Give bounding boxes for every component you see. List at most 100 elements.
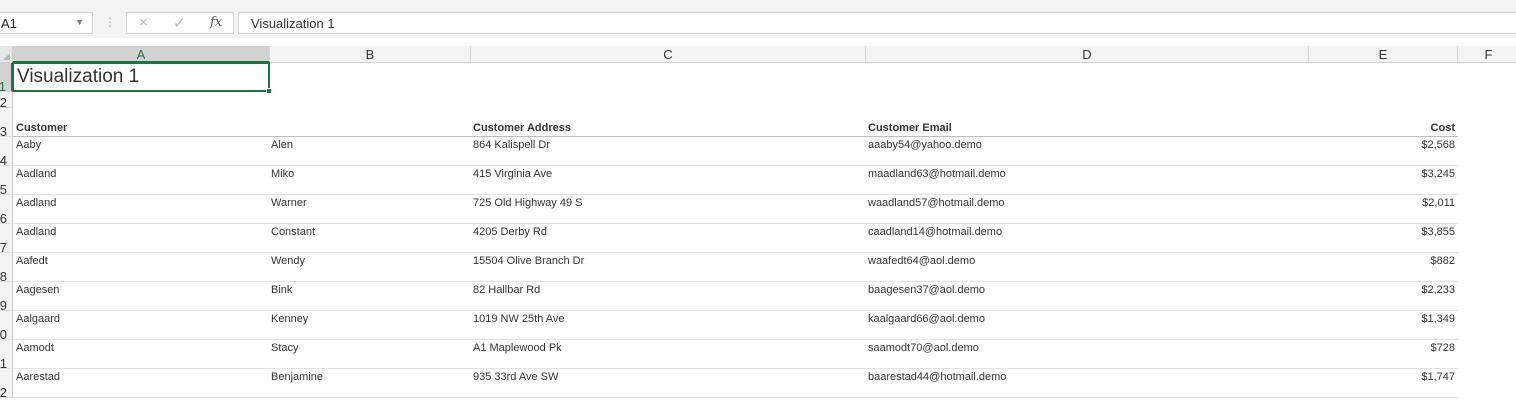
row-number: 10 xyxy=(0,327,7,340)
row-divider xyxy=(13,281,1458,282)
formula-bar: A1 ▼ ⋮ × ✓ fx Visualization 1 xyxy=(0,10,1516,38)
column-header-c[interactable]: C xyxy=(471,46,866,62)
enter-icon[interactable]: ✓ xyxy=(173,14,186,32)
cell-email[interactable]: baarestad44@hotmail.demo xyxy=(868,371,1006,383)
row-number: 7 xyxy=(0,240,7,253)
cell-first-name[interactable]: Alen xyxy=(271,139,293,151)
cell-first-name[interactable]: Warner xyxy=(271,197,307,209)
fill-handle[interactable] xyxy=(266,88,272,94)
row-header-3[interactable]: 3 xyxy=(0,108,13,137)
formula-buttons: × ✓ fx xyxy=(126,12,234,34)
cell-address[interactable]: 864 Kalispell Dr xyxy=(473,139,550,151)
name-box-value: A1 xyxy=(1,16,17,31)
cell-cost[interactable]: $2,568 xyxy=(1365,139,1455,151)
cell-last-name[interactable]: Aadland xyxy=(16,168,56,180)
cell-address[interactable]: 4205 Derby Rd xyxy=(473,226,547,238)
row-header-5[interactable]: 5 xyxy=(0,166,13,195)
header-cost[interactable]: Cost xyxy=(1365,122,1455,134)
cell-address[interactable]: 935 33rd Ave SW xyxy=(473,371,558,383)
cell-last-name[interactable]: Aadland xyxy=(16,226,56,238)
row-number: 3 xyxy=(0,124,7,137)
row-header-11[interactable]: 11 xyxy=(0,340,13,369)
column-header-row: A B C D E F xyxy=(0,46,1516,63)
cell-email[interactable]: aaaby54@yahoo.demo xyxy=(868,139,982,151)
cell-last-name[interactable]: Aafedt xyxy=(16,255,48,267)
cell-address[interactable]: 82 Hallbar Rd xyxy=(473,284,540,296)
row-header-6[interactable]: 6 xyxy=(0,195,13,224)
cell-first-name[interactable]: Wendy xyxy=(271,255,305,267)
cell-email[interactable]: maadland63@hotmail.demo xyxy=(868,168,1006,180)
more-options-icon[interactable]: ⋮ xyxy=(104,15,116,29)
cell-first-name[interactable]: Kenney xyxy=(271,313,308,325)
column-header-f[interactable]: F xyxy=(1458,46,1516,62)
cell-last-name[interactable]: Aamodt xyxy=(16,342,54,354)
cell-email[interactable]: caadland14@hotmail.demo xyxy=(868,226,1002,238)
cell-last-name[interactable]: Aaby xyxy=(16,139,41,151)
row-number: 12 xyxy=(0,385,7,398)
cell-address[interactable]: A1 Maplewood Pk xyxy=(473,342,562,354)
row-number: 5 xyxy=(0,182,7,195)
column-header-b[interactable]: B xyxy=(270,46,471,62)
cell-first-name[interactable]: Stacy xyxy=(271,342,299,354)
cell-cost[interactable]: $1,349 xyxy=(1365,313,1455,325)
formula-input-value: Visualization 1 xyxy=(251,16,335,31)
row-divider xyxy=(13,368,1458,369)
cancel-icon[interactable]: × xyxy=(139,14,148,31)
row-number: 4 xyxy=(0,153,7,166)
column-header-e[interactable]: E xyxy=(1309,46,1458,62)
active-cell-border xyxy=(12,62,270,92)
row-number: 2 xyxy=(0,95,7,108)
row-header-4[interactable]: 4 xyxy=(0,137,13,166)
cell-cost[interactable]: $2,011 xyxy=(1365,197,1455,209)
cell-last-name[interactable]: Aagesen xyxy=(16,284,59,296)
name-box[interactable]: A1 ▼ xyxy=(0,12,93,34)
cell-last-name[interactable]: Aalgaard xyxy=(16,313,60,325)
cell-first-name[interactable]: Bink xyxy=(271,284,292,296)
row-divider xyxy=(13,252,1458,253)
cell-first-name[interactable]: Benjamine xyxy=(271,371,323,383)
cell-last-name[interactable]: Aarestad xyxy=(16,371,60,383)
cell-address[interactable]: 725 Old Highway 49 S xyxy=(473,197,582,209)
row-number: 11 xyxy=(0,356,7,369)
row-number: 6 xyxy=(0,211,7,224)
row-divider xyxy=(13,165,1458,166)
row-number: 8 xyxy=(0,269,7,282)
formula-input[interactable]: Visualization 1 xyxy=(238,12,1516,34)
cell-email[interactable]: kaalgaard66@aol.demo xyxy=(868,313,985,325)
cell-cost[interactable]: $1,747 xyxy=(1365,371,1455,383)
row-header-12[interactable]: 12 xyxy=(0,369,13,398)
row-divider xyxy=(13,397,1458,398)
row-header-7[interactable]: 7 xyxy=(0,224,13,253)
cell-cost[interactable]: $3,245 xyxy=(1365,168,1455,180)
cell-address[interactable]: 15504 Olive Branch Dr xyxy=(473,255,584,267)
column-header-a[interactable]: A xyxy=(13,46,270,63)
cell-first-name[interactable]: Constant xyxy=(271,226,315,238)
cell-email[interactable]: saamodt70@aol.demo xyxy=(868,342,979,354)
insert-function-icon[interactable]: fx xyxy=(210,15,222,30)
cell-last-name[interactable]: Aadland xyxy=(16,197,56,209)
cell-cost[interactable]: $2,233 xyxy=(1365,284,1455,296)
chevron-down-icon[interactable]: ▼ xyxy=(75,17,84,27)
select-all-button[interactable] xyxy=(0,46,13,62)
row-divider xyxy=(13,339,1458,340)
row-header-8[interactable]: 8 xyxy=(0,253,13,282)
header-divider xyxy=(13,136,1458,137)
row-header-2[interactable]: 2 xyxy=(0,92,13,108)
cell-cost[interactable]: $3,855 xyxy=(1365,226,1455,238)
header-customer[interactable]: Customer xyxy=(16,122,67,134)
header-customer-email[interactable]: Customer Email xyxy=(868,122,952,134)
cell-email[interactable]: waafedt64@aol.demo xyxy=(868,255,975,267)
row-divider xyxy=(13,310,1458,311)
row-divider xyxy=(13,194,1458,195)
cell-cost[interactable]: $882 xyxy=(1365,255,1455,267)
row-header-10[interactable]: 10 xyxy=(0,311,13,340)
cell-address[interactable]: 415 Virginia Ave xyxy=(473,168,552,180)
column-header-d[interactable]: D xyxy=(866,46,1309,62)
cell-email[interactable]: baagesen37@aol.demo xyxy=(868,284,985,296)
cell-address[interactable]: 1019 NW 25th Ave xyxy=(473,313,565,325)
cell-cost[interactable]: $728 xyxy=(1365,342,1455,354)
header-customer-address[interactable]: Customer Address xyxy=(473,122,571,134)
cell-first-name[interactable]: Miko xyxy=(271,168,294,180)
row-header-9[interactable]: 9 xyxy=(0,282,13,311)
cell-email[interactable]: waadland57@hotmail.demo xyxy=(868,197,1005,209)
